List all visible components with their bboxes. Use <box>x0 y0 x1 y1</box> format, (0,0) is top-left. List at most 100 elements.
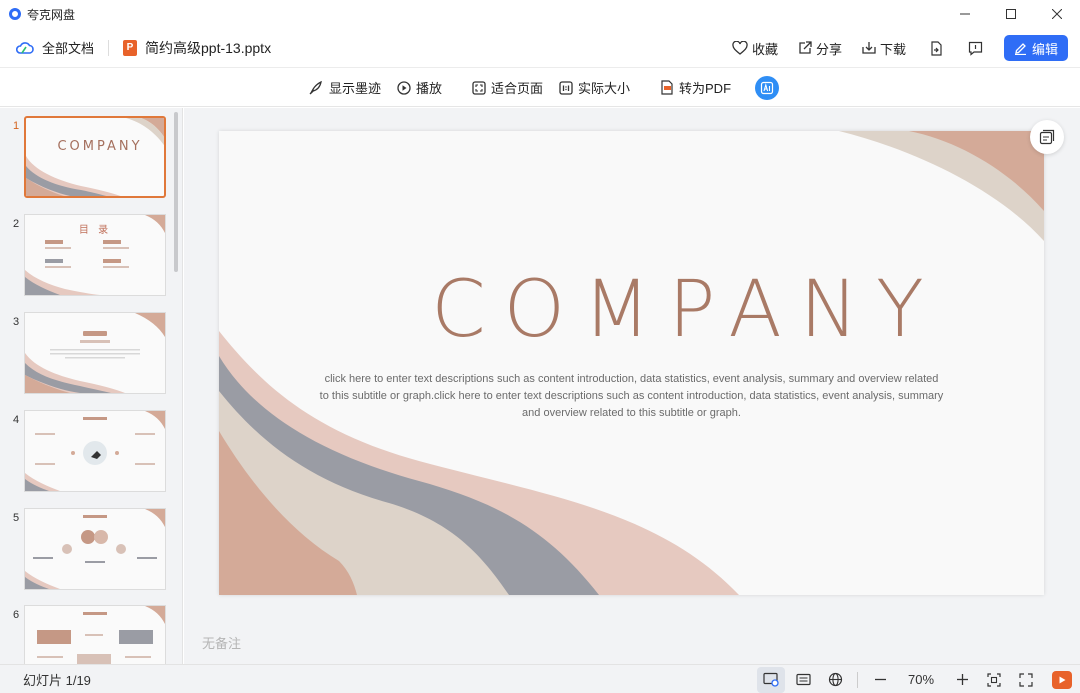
heart-icon <box>732 41 748 55</box>
thumbnail-3[interactable] <box>24 312 166 394</box>
slide-wave-art <box>219 131 1044 595</box>
keyboard-icon <box>795 673 811 686</box>
edit-label: 编辑 <box>1031 41 1058 57</box>
note-view-icon <box>763 672 779 687</box>
thumbnail-2[interactable]: 目 录 <box>24 214 166 296</box>
slide-counter: 幻灯片 1/19 <box>23 672 91 688</box>
title-bar: 夸克网盘 <box>0 0 1080 28</box>
thumbnail-item[interactable]: 3 <box>0 312 172 396</box>
thumbnail-title: COMPANY <box>57 139 143 154</box>
slide-4-art <box>25 411 165 491</box>
show-ink-button[interactable]: 显示墨迹 <box>309 78 381 97</box>
to-pdf-button[interactable]: 转为PDF <box>660 78 731 97</box>
actual-size-label: 实际大小 <box>578 81 631 96</box>
slide-3-art <box>25 313 165 393</box>
thumbnail-number: 5 <box>13 512 20 524</box>
pen-icon <box>1014 42 1026 55</box>
thumbnail-5[interactable] <box>24 508 166 590</box>
ppt-file-icon: P <box>123 39 138 56</box>
play-label: 播放 <box>415 81 442 96</box>
actual-size-button[interactable]: 实际大小 <box>559 78 630 97</box>
web-icon <box>828 672 842 687</box>
status-bar: 幻灯片 1/19 70% <box>0 664 1080 693</box>
header-actions: 收藏 分享 下载 编辑 <box>724 28 1068 68</box>
close-button[interactable] <box>1034 0 1080 28</box>
ink-icon <box>309 80 322 95</box>
thumbnail-toggle-button[interactable] <box>1030 120 1064 154</box>
zoom-out-button[interactable] <box>866 667 894 693</box>
cloud-icon <box>16 41 34 54</box>
status-divider <box>857 671 858 688</box>
thumbnail-item[interactable]: 1 COMPANY <box>0 116 172 200</box>
pdf-icon <box>661 80 673 95</box>
gallery-icon <box>1039 129 1055 145</box>
zoom-level[interactable]: 70% <box>898 672 944 687</box>
slide-title: COMPANY <box>431 265 942 355</box>
comment-button[interactable] <box>958 28 994 68</box>
show-ink-label: 显示墨迹 <box>328 81 381 96</box>
zoom-in-button[interactable] <box>948 667 976 693</box>
favorite-label: 收藏 <box>751 41 778 57</box>
thumbnail-number: 1 <box>13 120 20 132</box>
edit-button[interactable]: 编辑 <box>1003 35 1068 61</box>
slide-description: click here to enter text descriptions su… <box>319 373 944 419</box>
thumbnail-number: 4 <box>13 414 20 426</box>
thumbnail-number: 3 <box>13 316 20 328</box>
zoom-out-icon <box>874 678 886 681</box>
normal-view-button[interactable] <box>757 666 785 693</box>
thumbnail-6[interactable] <box>24 605 166 664</box>
share-button[interactable]: 分享 <box>790 28 850 68</box>
notes-view-button[interactable] <box>789 667 817 693</box>
sidebar-scrollbar[interactable] <box>174 112 178 272</box>
thumbnail-item[interactable]: 6 <box>0 605 172 664</box>
minimize-icon <box>960 13 970 15</box>
download-button[interactable]: 下载 <box>854 28 914 68</box>
thumbnail-4[interactable] <box>24 410 166 492</box>
slide-thumbnails-panel: 1 COMPANY 2 目 录 3 4 5 6 <box>0 108 183 664</box>
thumbnail-item[interactable]: 2 目 录 <box>0 214 172 298</box>
play-icon <box>397 80 411 95</box>
thumbnail-number: 6 <box>13 609 20 621</box>
fit-page-label: 适合页面 <box>490 81 543 96</box>
slide-5-art <box>25 509 165 589</box>
fullscreen-icon <box>1019 672 1033 687</box>
ai-button[interactable] <box>755 75 780 100</box>
fit-window-button[interactable] <box>980 667 1008 693</box>
favorite-button[interactable]: 收藏 <box>724 28 786 68</box>
slide-6-art <box>37 606 165 664</box>
all-docs-link[interactable]: 全部文档 <box>16 38 94 57</box>
thumbnail-item[interactable]: 4 <box>0 410 172 494</box>
web-view-button[interactable] <box>821 667 849 693</box>
doc-header: 全部文档 P 简约高级ppt-13.pptx 收藏 分享 下载 编辑 <box>0 28 1080 68</box>
export-button[interactable] <box>918 28 954 68</box>
minimize-button[interactable] <box>942 0 988 28</box>
thumbnail-number: 2 <box>13 218 20 230</box>
file-name: 简约高级ppt-13.pptx <box>145 39 272 56</box>
ai-icon <box>760 81 774 94</box>
header-divider <box>108 39 110 56</box>
share-icon <box>799 41 812 54</box>
thumbnail-item[interactable]: 5 <box>0 508 172 592</box>
slide-1-art <box>26 118 164 196</box>
slideshow-button[interactable] <box>1052 670 1072 689</box>
play-button[interactable]: 播放 <box>397 78 442 97</box>
file-title: P 简约高级ppt-13.pptx <box>123 38 271 58</box>
maximize-button[interactable] <box>988 0 1034 28</box>
fullscreen-button[interactable] <box>1012 667 1040 693</box>
actual-size-icon <box>559 80 573 95</box>
current-slide: COMPANY click here to enter text descrip… <box>219 131 1044 595</box>
export-icon <box>931 40 942 56</box>
comment-icon <box>969 41 983 56</box>
slideshow-icon <box>1059 676 1066 683</box>
download-label: 下载 <box>879 41 906 57</box>
zoom-in-icon <box>956 674 968 685</box>
thumbnail-1[interactable]: COMPANY <box>24 116 166 198</box>
to-pdf-label: 转为PDF <box>679 81 732 96</box>
app-title: 夸克网盘 <box>27 7 76 22</box>
fit-icon <box>987 672 1001 687</box>
fit-page-button[interactable]: 适合页面 <box>472 78 543 97</box>
fit-page-icon <box>472 80 486 95</box>
viewer-toolbar: 显示墨迹 播放 适合页面 实际大小 转为PDF <box>0 69 1080 107</box>
app-logo-icon <box>9 8 21 20</box>
slide-notes: 无备注 <box>202 636 242 651</box>
